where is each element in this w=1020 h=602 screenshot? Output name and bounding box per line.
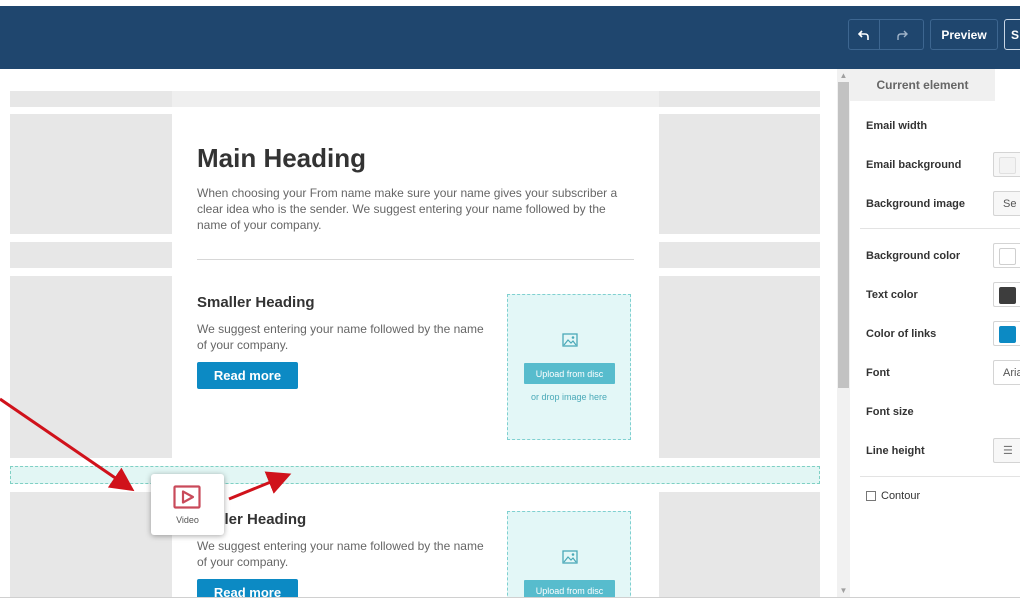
panel-separator: [860, 228, 1020, 229]
email-divider-block[interactable]: [172, 242, 659, 268]
smaller-heading-2[interactable]: aller Heading: [212, 511, 306, 528]
video-play-icon: [173, 485, 201, 509]
main-heading[interactable]: Main Heading: [197, 143, 366, 174]
font-select[interactable]: Aria: [993, 360, 1020, 385]
block-1-text[interactable]: We suggest entering your name followed b…: [197, 321, 492, 353]
line-height-select[interactable]: ☰: [993, 438, 1020, 463]
background-color-swatch: [999, 248, 1016, 265]
upload-from-disc-button-2[interactable]: Upload from disc: [524, 580, 615, 597]
redo-icon: [896, 30, 908, 40]
panel-tabs: Current element: [850, 69, 1020, 101]
scroll-up-arrow[interactable]: ▲: [837, 69, 850, 82]
scroll-down-arrow[interactable]: ▼: [837, 584, 850, 597]
contour-option[interactable]: Contour: [866, 490, 920, 502]
window-bottom-edge: [0, 597, 1020, 602]
background-color-label: Background color: [866, 250, 961, 262]
smaller-heading-1[interactable]: Smaller Heading: [197, 294, 315, 311]
upload-from-disc-button-1[interactable]: Upload from disc: [524, 363, 615, 384]
image-icon: [562, 550, 578, 564]
line-height-icon: ☰: [1003, 445, 1013, 457]
text-color-swatch: [999, 287, 1016, 304]
app-root: Preview S Main Heading When choosing you…: [0, 0, 1020, 602]
divider-line: [197, 259, 634, 260]
undo-icon: [858, 29, 869, 40]
video-tile-label: Video: [176, 515, 199, 525]
email-background-picker[interactable]: [993, 152, 1020, 177]
image-placeholder-1[interactable]: Upload from disc or drop image here: [507, 294, 631, 440]
video-block-tile[interactable]: Video: [151, 474, 224, 535]
panel-separator: [860, 476, 1020, 477]
text-color-label: Text color: [866, 289, 918, 301]
font-size-label: Font size: [866, 406, 914, 418]
background-image-label: Background image: [866, 198, 966, 210]
drop-image-hint: or drop image here: [530, 392, 608, 402]
top-toolbar: Preview S: [0, 6, 1020, 69]
email-width-label: Email width: [866, 120, 928, 132]
image-icon: [562, 333, 578, 347]
email-canvas[interactable]: Main Heading When choosing your From nam…: [0, 69, 837, 597]
preview-button[interactable]: Preview: [930, 19, 998, 50]
properties-panel: Current element Email width Email backgr…: [850, 69, 1020, 597]
color-of-links-label: Color of links: [866, 328, 937, 340]
redo-button[interactable]: [880, 19, 924, 50]
link-color-picker[interactable]: [993, 321, 1020, 346]
contour-label: Contour: [881, 490, 921, 502]
undo-button[interactable]: [848, 19, 880, 50]
text-color-picker[interactable]: [993, 282, 1020, 307]
image-placeholder-2[interactable]: Upload from disc: [507, 511, 631, 597]
font-label: Font: [866, 367, 890, 379]
main-paragraph[interactable]: When choosing your From name make sure y…: [197, 185, 637, 233]
background-color-picker[interactable]: [993, 243, 1020, 268]
canvas-scrollbar[interactable]: ▲ ▼: [837, 69, 850, 597]
background-image-select-button[interactable]: Se: [993, 191, 1020, 216]
tab-current-element[interactable]: Current element: [850, 69, 995, 101]
email-row-top-inner: [172, 91, 659, 107]
read-more-button-2[interactable]: Read more: [197, 579, 298, 597]
email-background-swatch: [999, 157, 1016, 174]
scroll-thumb[interactable]: [838, 82, 849, 388]
link-color-swatch: [999, 326, 1016, 343]
drop-zone-highlight[interactable]: [10, 466, 820, 484]
block-2-text[interactable]: We suggest entering your name followed b…: [197, 538, 492, 570]
line-height-label: Line height: [866, 445, 925, 457]
save-button[interactable]: S: [1004, 19, 1020, 50]
contour-checkbox[interactable]: [866, 491, 876, 501]
email-background-label: Email background: [866, 159, 962, 171]
read-more-button-1[interactable]: Read more: [197, 362, 298, 389]
